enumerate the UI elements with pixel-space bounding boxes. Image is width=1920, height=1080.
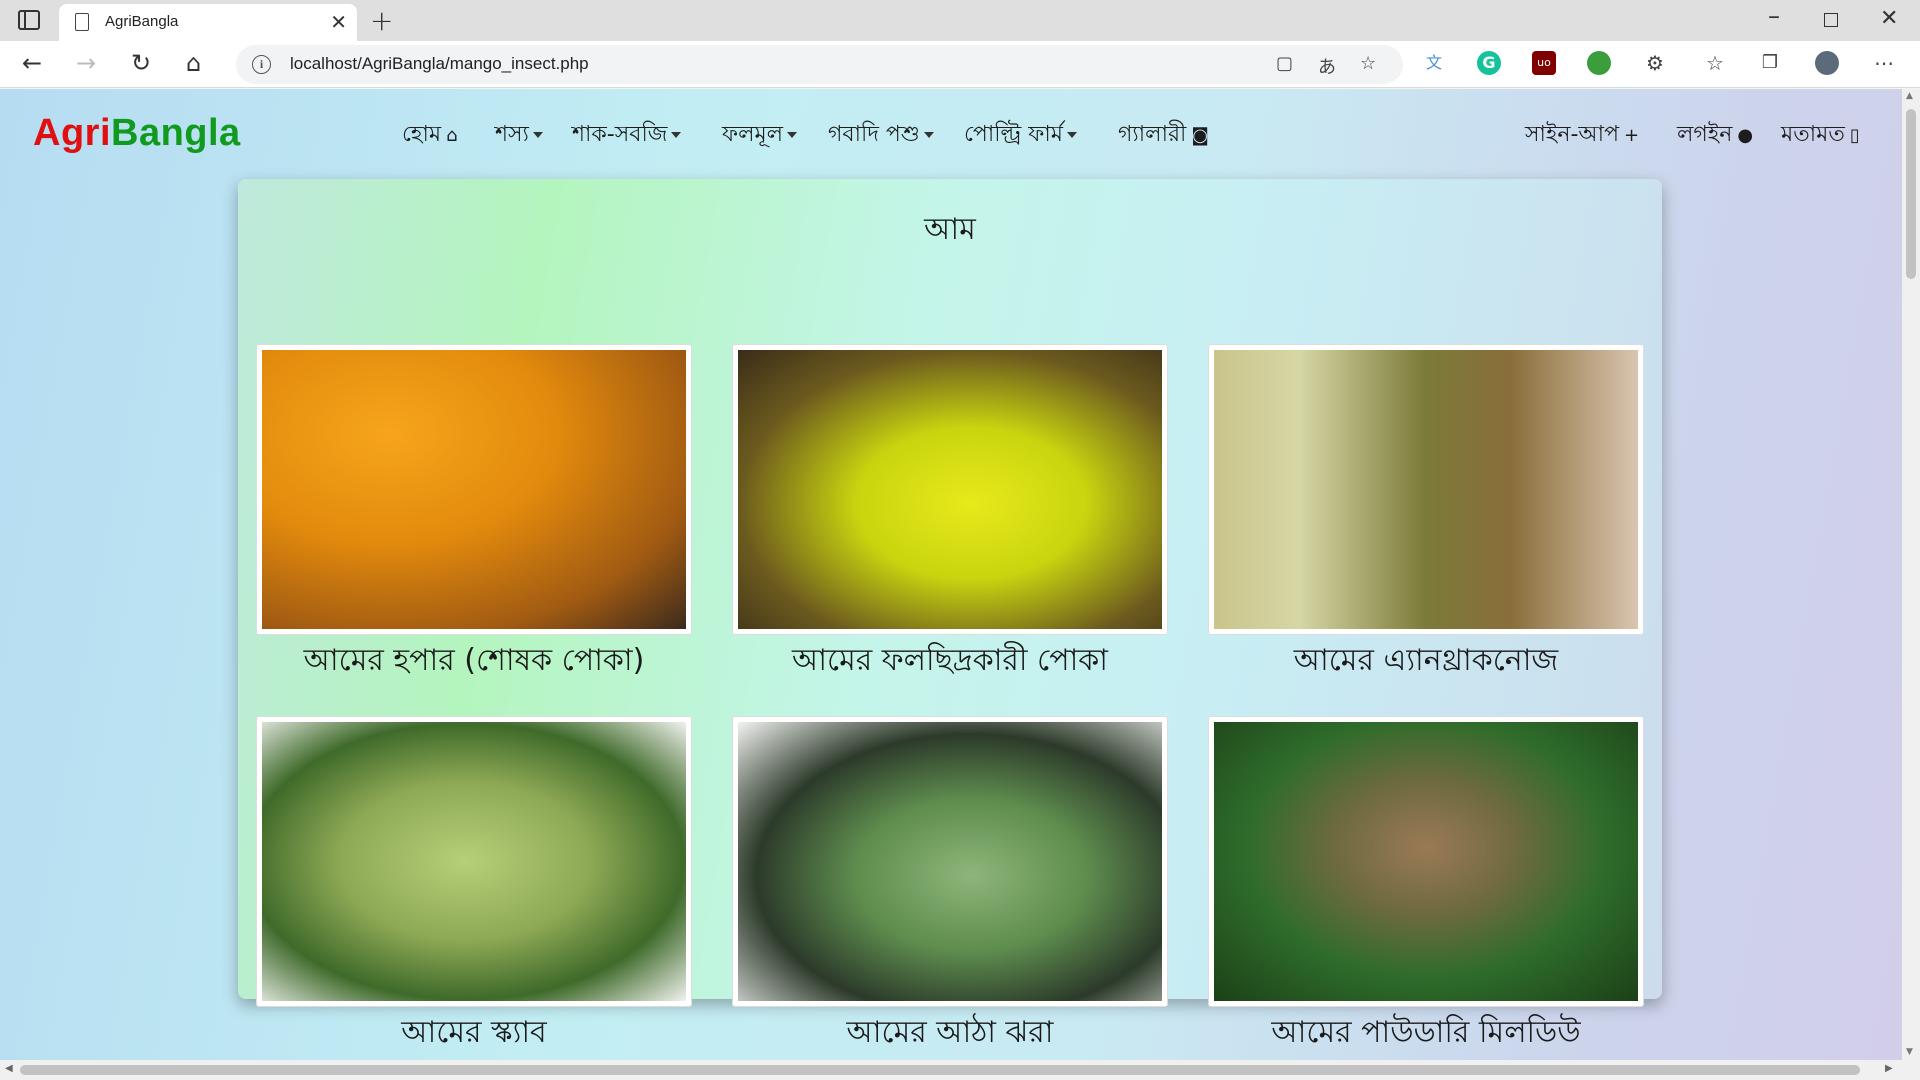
- browser-tab[interactable]: AgriBangla ✕: [59, 4, 357, 41]
- forward-icon[interactable]: →: [76, 49, 96, 77]
- item-caption[interactable]: আমের আঠা ঝরা: [702, 1008, 1198, 1059]
- nav-vegetables[interactable]: শাক-সবজি: [572, 117, 682, 154]
- user-plus-icon: +: [1624, 124, 1640, 146]
- camera-icon: ◙: [1191, 124, 1209, 146]
- extensions-icon[interactable]: ⚙: [1643, 51, 1667, 75]
- browser-tab-bar: AgriBangla ✕ + – ✕: [0, 0, 1920, 41]
- minimize-button[interactable]: –: [1768, 2, 1780, 30]
- grammarly-icon[interactable]: G: [1477, 51, 1501, 75]
- item-photo-frame[interactable]: [256, 716, 692, 1007]
- caret-down-icon: [787, 132, 798, 138]
- favorites-icon[interactable]: ☆: [1703, 51, 1727, 75]
- browser-toolbar: ← → ↻ ⌂ i localhost/AgriBangla/mango_ins…: [0, 41, 1920, 88]
- page-title: আম: [924, 212, 976, 247]
- more-menu-icon[interactable]: ⋯: [1872, 51, 1896, 75]
- extension-globe-icon[interactable]: [1587, 51, 1611, 75]
- maximize-button[interactable]: [1824, 13, 1838, 27]
- scroll-left-icon[interactable]: ◀: [5, 1063, 13, 1074]
- home-icon[interactable]: ⌂: [186, 49, 201, 77]
- read-aloud-icon[interactable]: ▢: [1276, 53, 1293, 74]
- ublock-icon[interactable]: uo: [1532, 51, 1556, 75]
- mango-fruit-borer-photo[interactable]: [738, 350, 1162, 629]
- horizontal-scrollbar[interactable]: ◀ ▶: [0, 1060, 1920, 1080]
- content-card: আম আমের হপার (শোষক পোকা) আমের ফলছিদ্রকার…: [238, 179, 1662, 1050]
- caret-down-icon: [923, 132, 934, 138]
- translator-extension-icon[interactable]: 文: [1422, 51, 1446, 75]
- vertical-scrollbar[interactable]: ▲ ▼: [1902, 89, 1920, 1060]
- favorite-add-icon[interactable]: ☆: [1360, 53, 1376, 74]
- home-icon: ⌂: [446, 124, 458, 146]
- mango-hopper-photo[interactable]: [262, 350, 686, 629]
- scroll-down-icon[interactable]: ▼: [1906, 1047, 1913, 1057]
- mobile-icon: ▯: [1849, 124, 1860, 146]
- item-caption[interactable]: আমের হপার (শোষক পোকা): [226, 636, 722, 687]
- nav-fruits[interactable]: ফলমূল: [722, 117, 798, 154]
- nav-crops[interactable]: শস্য: [495, 117, 543, 154]
- page-icon: [75, 13, 89, 31]
- close-tab-icon[interactable]: ✕: [330, 10, 347, 34]
- item-photo-frame[interactable]: [732, 344, 1168, 635]
- caret-down-icon: [671, 132, 682, 138]
- item-photo-frame[interactable]: [1208, 344, 1644, 635]
- user-icon: ●: [1737, 124, 1754, 146]
- new-tab-button[interactable]: +: [370, 4, 393, 37]
- item-photo-frame[interactable]: [1208, 716, 1644, 1007]
- item-photo-frame[interactable]: [732, 716, 1168, 1007]
- item-caption[interactable]: আমের ফলছিদ্রকারী পোকা: [702, 636, 1198, 687]
- scroll-up-icon[interactable]: ▲: [1906, 91, 1913, 101]
- item-caption[interactable]: আমের এ্যানথ্রাকনোজ: [1178, 636, 1674, 687]
- item-caption[interactable]: আমের পাউডারি মিলডিউ: [1178, 1008, 1674, 1059]
- vertical-scroll-thumb[interactable]: [1906, 109, 1916, 279]
- nav-gallery[interactable]: গ্যালারী ◙: [1118, 117, 1209, 154]
- nav-login[interactable]: লগইন ●: [1677, 117, 1753, 154]
- caret-down-icon: [532, 132, 543, 138]
- item-caption[interactable]: আমের স্ক্যাব: [226, 1008, 722, 1059]
- url-text[interactable]: localhost/AgriBangla/mango_insect.php: [290, 54, 589, 74]
- mango-powdery-mildew-photo[interactable]: [1214, 722, 1638, 1001]
- nav-feedback[interactable]: মতামত ▯: [1781, 117, 1860, 154]
- reload-icon[interactable]: ↻: [131, 49, 151, 77]
- profile-avatar[interactable]: [1815, 51, 1839, 75]
- site-info-icon[interactable]: i: [252, 55, 271, 74]
- translate-icon[interactable]: あ: [1318, 53, 1336, 79]
- mango-scab-photo[interactable]: [262, 722, 686, 1001]
- nav-signup[interactable]: সাইন-আপ +: [1525, 117, 1639, 154]
- item-photo-frame[interactable]: [256, 344, 692, 635]
- mango-anthracnose-photo[interactable]: [1214, 350, 1638, 629]
- collections-icon[interactable]: ❐: [1758, 51, 1782, 75]
- brand-logo[interactable]: AgriBangla: [33, 112, 241, 155]
- back-icon[interactable]: ←: [22, 49, 42, 77]
- nav-home[interactable]: হোম ⌂: [402, 117, 458, 154]
- tab-title: AgriBangla: [105, 13, 179, 30]
- web-page: AgriBangla হোম ⌂ শস্য শাক-সবজি ফলমূল গবাদ…: [0, 89, 1902, 1060]
- caret-down-icon: [1066, 132, 1077, 138]
- horizontal-scroll-thumb[interactable]: [20, 1065, 1860, 1075]
- mango-gummosis-photo[interactable]: [738, 722, 1162, 1001]
- tab-actions-icon[interactable]: [18, 10, 40, 30]
- address-bar[interactable]: i localhost/AgriBangla/mango_insect.php …: [236, 45, 1403, 84]
- close-window-button[interactable]: ✕: [1880, 6, 1898, 31]
- nav-livestock[interactable]: গবাদি পশু: [828, 117, 934, 154]
- nav-poultry[interactable]: পোল্ট্রি ফার্ম: [964, 117, 1077, 154]
- scroll-right-icon[interactable]: ▶: [1885, 1063, 1893, 1074]
